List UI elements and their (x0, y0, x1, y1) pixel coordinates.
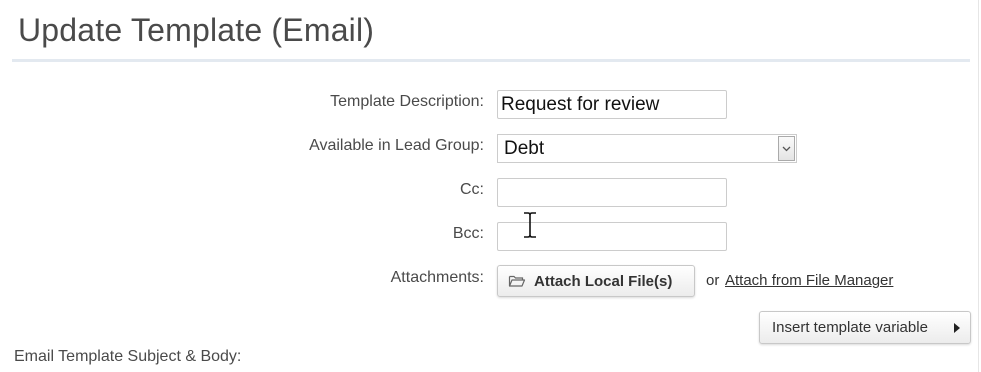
or-text: or (706, 272, 720, 289)
template-description-label: Template Description: (330, 93, 484, 110)
bcc-label: Bcc: (452, 225, 484, 242)
insert-template-variable-label: Insert template variable (772, 319, 928, 336)
attach-from-file-manager-link[interactable]: Attach from File Manager (725, 272, 893, 289)
attach-local-files-button[interactable]: Attach Local File(s) (497, 265, 695, 297)
lead-group-label: Available in Lead Group: (309, 137, 484, 154)
email-subject-body-label: Email Template Subject & Body: (14, 348, 242, 365)
cc-label: Cc: (460, 181, 484, 198)
cc-input[interactable] (497, 178, 727, 207)
attachments-label: Attachments: (390, 269, 484, 286)
insert-template-variable-button[interactable]: Insert template variable (759, 311, 971, 344)
page-title: Update Template (Email) (18, 12, 375, 48)
template-description-input[interactable]: Request for review (497, 90, 727, 119)
lead-group-selected-value: Debt (504, 138, 545, 159)
caret-right-icon (954, 323, 960, 333)
update-template-panel: Update Template (Email) Template Descrip… (0, 0, 979, 372)
text-cursor-icon (521, 211, 539, 239)
chevron-down-icon[interactable] (778, 136, 795, 161)
lead-group-select[interactable]: Debt (497, 134, 797, 163)
title-divider (12, 59, 970, 62)
folder-open-icon (508, 274, 526, 288)
attach-local-files-label: Attach Local File(s) (534, 272, 673, 290)
